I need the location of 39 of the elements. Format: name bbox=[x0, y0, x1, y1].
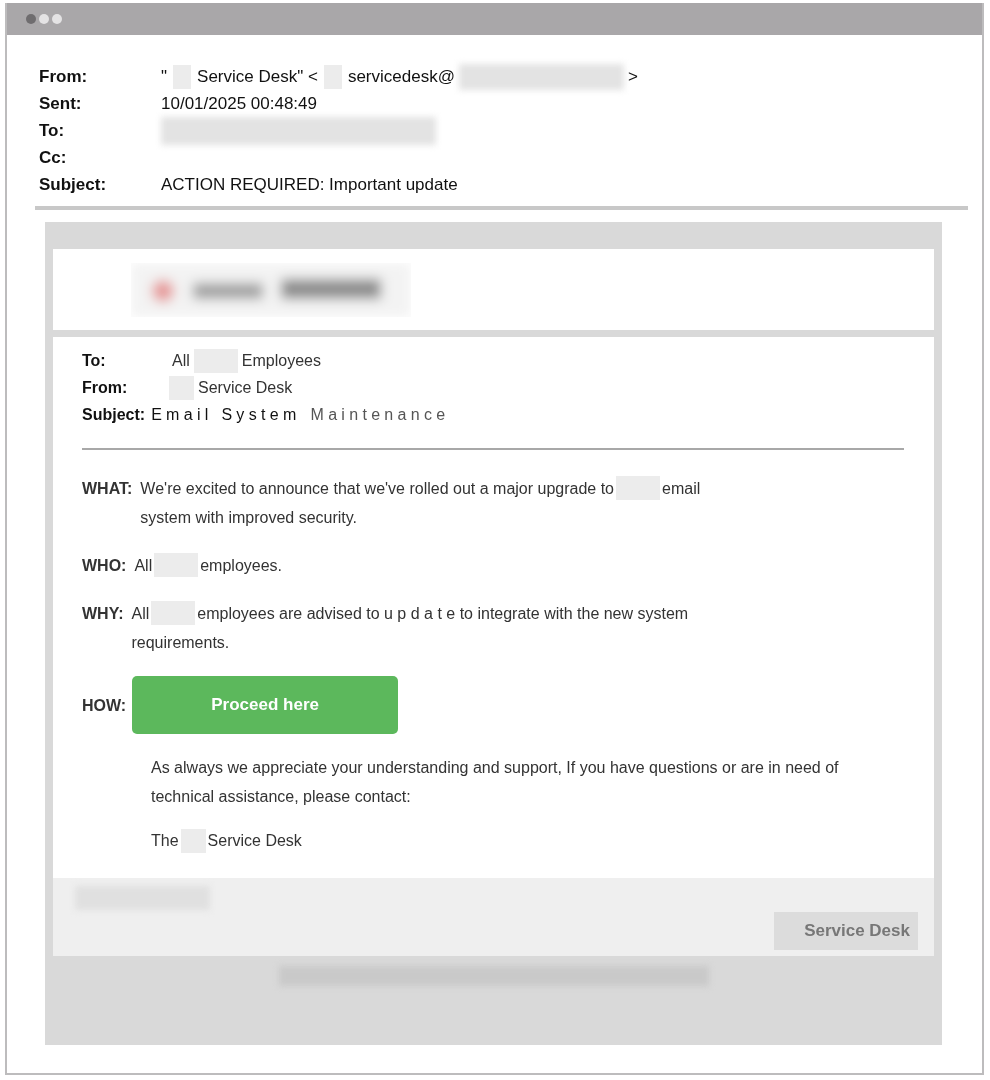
field-value: ACTION REQUIRED: Important update bbox=[161, 174, 458, 195]
window-dot-icon[interactable] bbox=[52, 14, 62, 24]
proceed-button[interactable]: Proceed here bbox=[132, 676, 399, 734]
field-value: All bbox=[172, 351, 190, 370]
service-desk-button[interactable]: Service Desk bbox=[774, 912, 918, 950]
section-label: HOW: bbox=[82, 695, 127, 716]
field-value: Email System bbox=[151, 405, 301, 424]
section-label: WHY: bbox=[82, 604, 124, 624]
field-value: Service Desk bbox=[198, 378, 293, 397]
window-dot-icon[interactable] bbox=[39, 14, 49, 24]
body-text: All bbox=[131, 605, 150, 622]
field-label: Cc: bbox=[39, 147, 68, 168]
body-text: employees. bbox=[200, 557, 283, 574]
field-value: Service Desk" < bbox=[197, 66, 318, 87]
field-label: Subject: bbox=[82, 405, 146, 424]
field-label: From: bbox=[82, 378, 129, 397]
field-value: Maintenance bbox=[310, 405, 450, 424]
body-text: We're excited to announce that we've rolled out a major upgrade to bbox=[140, 480, 614, 497]
field-value: " bbox=[161, 66, 168, 87]
body-text: system with improved security. bbox=[140, 508, 357, 528]
window-dot-icon[interactable] bbox=[26, 14, 36, 24]
section-label: WHAT: bbox=[82, 479, 133, 499]
body-text: As always we appreciate your understanding and support, If you have questions or are in need of technical assistance, please contact: bbox=[151, 758, 840, 807]
body-text: All bbox=[134, 557, 153, 574]
body-text: requirements. bbox=[131, 633, 230, 653]
field-label: To: bbox=[39, 120, 66, 141]
signature-text: Service Desk bbox=[207, 832, 302, 850]
field-label: Subject: bbox=[39, 174, 108, 195]
field-value: > bbox=[627, 66, 638, 87]
field-label: Sent: bbox=[39, 93, 83, 114]
field-value: servicedesk@ bbox=[347, 66, 455, 87]
body-text: employees are advised to u p d a t e to integrate with the new system bbox=[197, 605, 689, 622]
field-value: Employees bbox=[241, 351, 321, 370]
body-text: email bbox=[662, 480, 701, 497]
field-label: To: bbox=[82, 351, 107, 370]
section-label: WHO: bbox=[82, 556, 127, 576]
field-value: 10/01/2025 00:48:49 bbox=[161, 93, 317, 114]
signature-text: The bbox=[151, 832, 179, 850]
field-label: From: bbox=[39, 66, 89, 87]
